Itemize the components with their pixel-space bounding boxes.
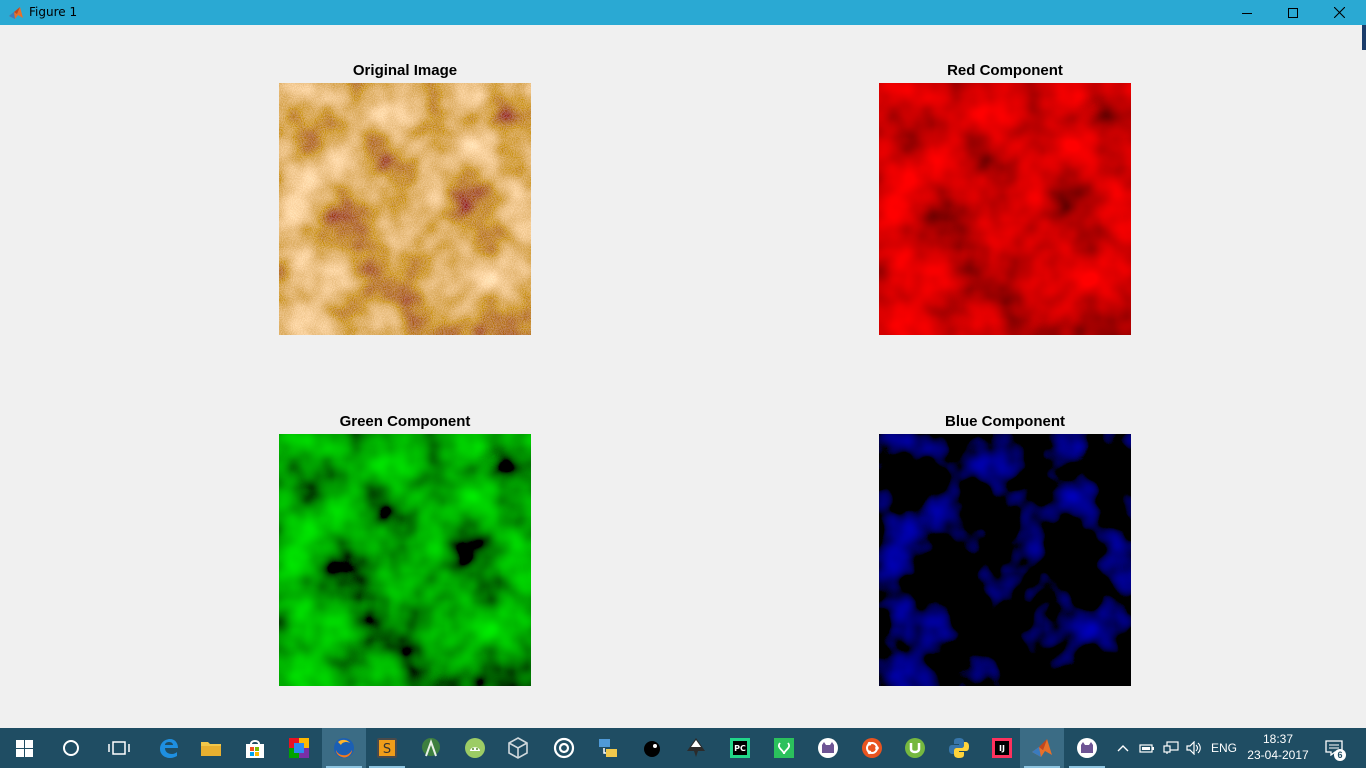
close-button[interactable]: [1316, 0, 1362, 25]
start-button[interactable]: [2, 728, 46, 768]
matlab-icon: [1032, 739, 1052, 757]
taskbar-github-desktop-2[interactable]: [1065, 728, 1109, 768]
minimize-icon: [1242, 12, 1252, 14]
circle-icon: [63, 740, 79, 756]
show-hidden-icons-button[interactable]: [1113, 728, 1133, 768]
folder-icon: [201, 742, 221, 756]
taskbar-sublime-text[interactable]: S: [365, 728, 409, 768]
gimp-icon: [644, 741, 660, 757]
taskbar-file-explorer[interactable]: [189, 728, 233, 768]
maximize-button[interactable]: [1270, 0, 1316, 25]
cortana-button[interactable]: [49, 728, 93, 768]
original-image: [279, 83, 531, 335]
maximize-icon: [1288, 7, 1298, 18]
background-window-edge: [1362, 25, 1366, 50]
subplot-title: Original Image: [352, 62, 458, 79]
volume-button[interactable]: [1184, 728, 1204, 768]
utorrent-icon: [905, 738, 925, 758]
sublime-icon: S: [377, 738, 397, 758]
task-view-icon: [108, 741, 130, 755]
taskbar-network-tool[interactable]: [586, 728, 630, 768]
inkscape-icon: [687, 738, 705, 757]
clock[interactable]: 18:37 23-04-2017: [1244, 731, 1312, 763]
taskbar: S PC IJ ENG 18:37 23-04-2017 6: [0, 728, 1366, 768]
taskbar-android-emulator[interactable]: [453, 728, 497, 768]
tiles-icon: [289, 738, 309, 758]
firefox-icon: [334, 738, 354, 758]
subplot-title: Green Component: [339, 413, 471, 430]
android-studio-icon: [422, 738, 440, 757]
svg-text:PC: PC: [734, 744, 746, 753]
taskbar-edge[interactable]: [146, 728, 190, 768]
taskbar-gimp[interactable]: [630, 728, 674, 768]
taskbar-virtualbox[interactable]: [496, 728, 540, 768]
battery-icon: [1139, 744, 1154, 753]
python-icon: [949, 738, 969, 758]
chevron-up-icon: [1117, 745, 1129, 752]
taskbar-target-app[interactable]: [542, 728, 586, 768]
subplot-title: Blue Component: [945, 413, 1065, 430]
store-icon: [246, 740, 264, 758]
notification-count-badge: 6: [1334, 749, 1346, 761]
taskbar-tiles[interactable]: [277, 728, 321, 768]
windows-logo-icon: [15, 739, 33, 757]
network-icon: [1163, 741, 1179, 754]
figure-canvas: Original Image Red Component Green Compo…: [0, 25, 1362, 728]
edge-icon: [160, 739, 178, 758]
speaker-icon: [1186, 741, 1201, 755]
green-component-image: [279, 434, 531, 686]
network-button[interactable]: [1161, 728, 1181, 768]
taskbar-android-studio[interactable]: [409, 728, 453, 768]
virtualbox-icon: [508, 737, 528, 759]
intellij-icon: IJ: [992, 738, 1012, 758]
subplot-title: Red Component: [947, 62, 1063, 79]
language-label: ENG: [1210, 741, 1237, 755]
action-center-button[interactable]: [1322, 728, 1346, 768]
taskbar-github-desktop[interactable]: [806, 728, 850, 768]
taskbar-intellij[interactable]: IJ: [980, 728, 1024, 768]
red-component-image: [879, 83, 1131, 335]
svg-text:IJ: IJ: [999, 744, 1005, 753]
task-view-button[interactable]: [97, 728, 141, 768]
window-title: Figure 1: [29, 5, 78, 19]
github-cat-icon: [818, 738, 838, 758]
clock-date: 23-04-2017: [1247, 748, 1309, 762]
network-tool-icon: [599, 739, 617, 757]
pycharm-icon: PC: [730, 738, 750, 758]
target-icon: [553, 737, 575, 759]
ubuntu-icon: [862, 738, 882, 758]
svg-text:S: S: [383, 742, 391, 757]
matlab-icon: [8, 5, 24, 21]
taskbar-pycharm[interactable]: PC: [718, 728, 762, 768]
close-icon: [1333, 7, 1345, 18]
battery-button[interactable]: [1137, 728, 1157, 768]
title-bar: Figure 1: [0, 0, 1366, 25]
taskbar-ubuntu[interactable]: [850, 728, 894, 768]
github-cat-icon: [1077, 738, 1097, 758]
taskbar-python[interactable]: [937, 728, 981, 768]
language-indicator[interactable]: ENG: [1207, 728, 1241, 768]
taskbar-store[interactable]: [233, 728, 277, 768]
android-icon: [465, 738, 485, 758]
taskbar-matlab[interactable]: [1020, 728, 1064, 768]
minimize-button[interactable]: [1224, 0, 1270, 25]
blue-component-image: [879, 434, 1131, 686]
clock-time: 18:37: [1262, 732, 1294, 746]
taskbar-inkscape[interactable]: [674, 728, 718, 768]
taskbar-firefox[interactable]: [322, 728, 366, 768]
taskbar-saavn[interactable]: [762, 728, 806, 768]
taskbar-utorrent[interactable]: [893, 728, 937, 768]
saavn-icon: [774, 738, 794, 758]
